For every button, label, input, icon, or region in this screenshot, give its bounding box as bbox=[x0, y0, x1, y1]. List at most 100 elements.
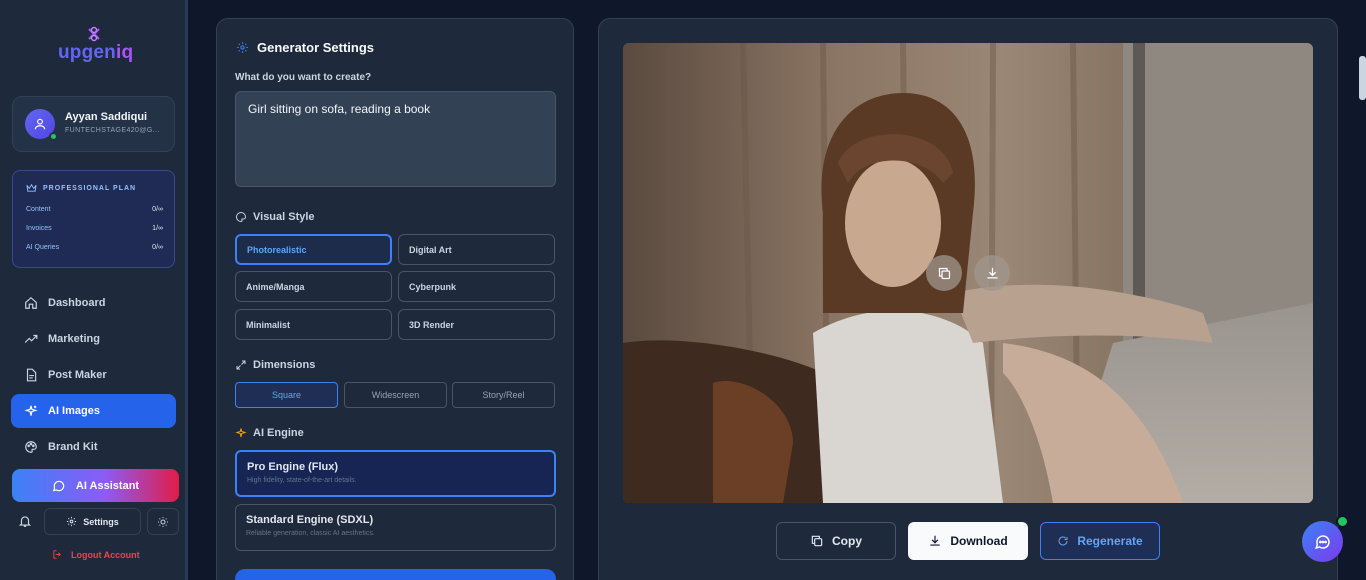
trending-icon bbox=[24, 332, 38, 346]
dimensions-label-text: Dimensions bbox=[253, 359, 316, 371]
ai-engine-label: AI Engine bbox=[235, 427, 304, 439]
copy-button[interactable]: Copy bbox=[776, 522, 896, 560]
settings-button[interactable]: Settings bbox=[44, 508, 141, 535]
plan-row-ai-queries: AI Queries 0/∞ bbox=[26, 244, 163, 251]
logo-mark-icon bbox=[88, 26, 100, 42]
download-button[interactable]: Download bbox=[908, 522, 1028, 560]
plan-row-content: Content 0/∞ bbox=[26, 206, 163, 213]
brand-name: upgeniq bbox=[58, 42, 133, 64]
style-option-3d-render[interactable]: 3D Render bbox=[398, 309, 555, 340]
generator-settings-panel: Generator Settings What do you want to c… bbox=[216, 18, 574, 580]
user-profile-card[interactable]: Ayyan Saddiqui FUNTECHSTAGE420@G... bbox=[12, 96, 175, 152]
gear-icon bbox=[236, 41, 249, 54]
sidebar-item-marketing[interactable]: Marketing bbox=[11, 322, 176, 356]
user-icon bbox=[34, 118, 46, 130]
sun-icon bbox=[158, 516, 168, 527]
sparkles-icon bbox=[24, 404, 38, 418]
palette-icon bbox=[235, 211, 247, 223]
copy-icon bbox=[938, 267, 950, 279]
style-option-cyberpunk[interactable]: Cyberpunk bbox=[398, 271, 555, 302]
plan-row-value: 0/∞ bbox=[152, 244, 163, 251]
home-icon bbox=[24, 296, 38, 310]
plan-row-label: Invoices bbox=[26, 225, 52, 232]
sidebar-item-label: Brand Kit bbox=[48, 441, 98, 453]
sidebar-item-label: AI Images bbox=[48, 405, 100, 417]
sidebar-item-ai-images[interactable]: AI Images bbox=[11, 394, 176, 428]
sidebar-item-label: Dashboard bbox=[48, 297, 106, 309]
engine-description: High fidelity, state-of-the-art details. bbox=[247, 477, 357, 484]
online-status-dot bbox=[49, 132, 58, 141]
ai-engine-label-text: AI Engine bbox=[253, 427, 304, 439]
dimension-option-square[interactable]: Square bbox=[235, 382, 338, 408]
user-name: Ayyan Saddiqui bbox=[65, 111, 148, 123]
download-icon bbox=[987, 267, 997, 278]
copy-label: Copy bbox=[832, 534, 862, 548]
sidebar-item-label: Marketing bbox=[48, 333, 100, 345]
style-option-photorealistic[interactable]: Photorealistic bbox=[235, 234, 392, 265]
logout-label: Logout Account bbox=[71, 549, 140, 560]
dimension-option-widescreen[interactable]: Widescreen bbox=[344, 382, 447, 408]
download-label: Download bbox=[950, 534, 1008, 548]
chat-bubble-icon bbox=[52, 479, 66, 493]
style-option-minimalist[interactable]: Minimalist bbox=[235, 309, 392, 340]
sidebar: upgeniq Ayyan Saddiqui FUNTECHSTAGE420@G… bbox=[0, 0, 188, 580]
page-scrollbar[interactable] bbox=[1359, 56, 1366, 100]
prompt-input[interactable]: Girl sitting on sofa, reading a book bbox=[235, 91, 556, 187]
user-email: FUNTECHSTAGE420@G... bbox=[65, 127, 160, 134]
sidebar-item-brand-kit[interactable]: Brand Kit bbox=[11, 430, 176, 464]
sparkles-icon bbox=[235, 427, 247, 439]
visual-style-label: Visual Style bbox=[235, 211, 315, 223]
plan-row-value: 1/∞ bbox=[152, 225, 163, 232]
chat-widget-button[interactable] bbox=[1302, 515, 1349, 562]
sidebar-item-dashboard[interactable]: Dashboard bbox=[11, 286, 176, 320]
plan-card: PROFESSIONAL PLAN Content 0/∞ Invoices 1… bbox=[12, 170, 175, 268]
palette-icon bbox=[24, 440, 38, 454]
chat-bubble-icon bbox=[1314, 534, 1330, 549]
app-root: upgeniq Ayyan Saddiqui FUNTECHSTAGE420@G… bbox=[0, 0, 1366, 580]
image-preview-panel: Copy Download Regenerate bbox=[598, 18, 1338, 580]
ai-assistant-label: AI Assistant bbox=[75, 479, 140, 492]
style-option-digital-art[interactable]: Digital Art bbox=[398, 234, 555, 265]
style-option-anime-manga[interactable]: Anime/Manga bbox=[235, 271, 392, 302]
ai-assistant-button[interactable]: AI Assistant bbox=[12, 469, 179, 502]
logout-button[interactable]: Logout Account bbox=[52, 549, 140, 560]
crown-icon bbox=[26, 183, 37, 192]
generate-button[interactable] bbox=[235, 569, 556, 580]
refresh-icon bbox=[1057, 535, 1069, 547]
image-download-overlay-button[interactable] bbox=[974, 255, 1010, 291]
brand-name-part2: iq bbox=[116, 42, 134, 63]
plan-title: PROFESSIONAL PLAN bbox=[43, 185, 137, 192]
sidebar-item-label: Post Maker bbox=[48, 369, 107, 381]
plan-row-label: AI Queries bbox=[26, 244, 60, 251]
visual-style-label-text: Visual Style bbox=[253, 211, 315, 223]
settings-label: Settings bbox=[83, 516, 119, 527]
image-copy-overlay-button[interactable] bbox=[926, 255, 962, 291]
regenerate-button[interactable]: Regenerate bbox=[1040, 522, 1160, 560]
sidebar-item-post-maker[interactable]: Post Maker bbox=[11, 358, 176, 392]
logout-icon bbox=[52, 549, 63, 560]
brand-name-part1: upgen bbox=[58, 42, 116, 63]
prompt-label: What do you want to create? bbox=[235, 72, 372, 83]
dimension-option-story-reel[interactable]: Story/Reel bbox=[452, 382, 555, 408]
chat-online-dot bbox=[1336, 515, 1349, 528]
theme-toggle-button[interactable] bbox=[147, 508, 179, 535]
engine-title: Pro Engine (Flux) bbox=[247, 461, 339, 473]
expand-icon bbox=[235, 359, 247, 371]
generated-image bbox=[623, 43, 1313, 503]
engine-option-standard-sdxl[interactable]: Standard Engine (SDXL) Reliable generati… bbox=[235, 504, 556, 551]
panel-title: Generator Settings bbox=[236, 40, 374, 55]
document-icon bbox=[24, 368, 38, 382]
copy-icon bbox=[810, 534, 824, 548]
panel-title-text: Generator Settings bbox=[257, 40, 375, 55]
engine-option-pro-flux[interactable]: Pro Engine (Flux) High fidelity, state-o… bbox=[235, 450, 556, 497]
plan-row-invoices: Invoices 1/∞ bbox=[26, 225, 163, 232]
regenerate-label: Regenerate bbox=[1077, 534, 1143, 548]
bell-icon[interactable] bbox=[18, 514, 32, 528]
engine-description: Reliable generation, classic AI aestheti… bbox=[246, 530, 375, 537]
gear-icon bbox=[66, 516, 77, 527]
generated-image-illustration bbox=[623, 43, 1313, 503]
brand-logo[interactable]: upgeniq bbox=[58, 26, 138, 66]
engine-title: Standard Engine (SDXL) bbox=[246, 514, 374, 526]
dimensions-label: Dimensions bbox=[235, 359, 315, 371]
avatar bbox=[25, 109, 58, 141]
